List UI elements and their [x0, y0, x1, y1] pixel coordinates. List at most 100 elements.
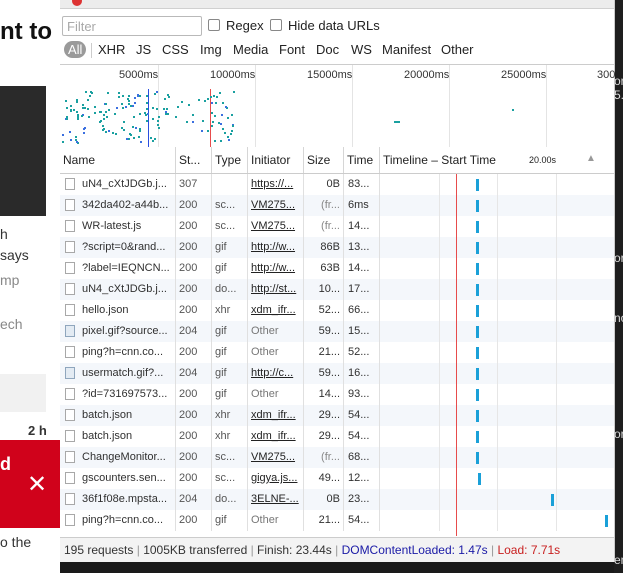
table-row[interactable]: gscounters.sen... 200 sc... gigya.js... 49..… — [60, 468, 614, 489]
request-initiator[interactable]: gigya.js... — [248, 468, 304, 489]
type-filter-ws[interactable]: WS — [347, 41, 376, 58]
timeline-gridline — [556, 195, 557, 216]
request-status: 200 — [176, 237, 212, 258]
bg-text: 5.0 — [614, 88, 623, 102]
timeline-overview[interactable]: 5000ms 10000ms 15000ms 20000ms 25000ms 3… — [60, 64, 615, 149]
type-filter-all[interactable]: All — [64, 41, 87, 58]
table-row[interactable]: WR-latest.js 200 sc... VM275... (fr... 14... — [60, 216, 614, 237]
request-name[interactable]: ?script=0&rand... — [60, 237, 176, 258]
overview-request-mark — [132, 126, 134, 128]
request-initiator[interactable]: https://... — [248, 174, 304, 195]
column-status[interactable]: St... — [176, 147, 212, 173]
request-time: 17... — [344, 279, 380, 300]
type-filter-img[interactable]: Img — [196, 41, 226, 58]
request-name[interactable]: 342da402-a44b... — [60, 195, 176, 216]
table-row[interactable]: batch.json 200 xhr xdm_ifr... 29... 54... — [60, 426, 614, 447]
table-row[interactable]: pixel.gif?source... 204 gif Other 59... 15... — [60, 321, 614, 342]
request-name[interactable]: usermatch.gif?... — [60, 363, 176, 384]
table-row[interactable]: hello.json 200 xhr xdm_ifr... 52... 66... — [60, 300, 614, 321]
type-filter-xhr[interactable]: XHR — [94, 41, 129, 58]
column-timeline[interactable]: Timeline – Start Time — [380, 147, 614, 173]
request-name-text: uN4_cXtJDGb.j... — [82, 283, 167, 295]
request-initiator[interactable]: http://st... — [248, 279, 304, 300]
table-row[interactable]: ?label=IEQNCN... 200 gif http://w... 63B 14..… — [60, 258, 614, 279]
column-time[interactable]: Time — [344, 147, 380, 173]
article-headline: nt to — [0, 18, 52, 45]
request-name[interactable]: uN4_cXtJDGb.j... — [60, 174, 176, 195]
request-name[interactable]: ping?h=cnn.co... — [60, 510, 176, 531]
column-initiator[interactable]: Initiator — [248, 147, 304, 173]
table-row[interactable]: uN4_cXtJDGb.j... 307 https://... 0B 83... — [60, 174, 614, 195]
request-status: 200 — [176, 195, 212, 216]
request-initiator[interactable]: http://c... — [248, 363, 304, 384]
timeline-gridline — [497, 300, 498, 321]
request-name[interactable]: batch.json — [60, 405, 176, 426]
type-filter-other[interactable]: Other — [437, 41, 478, 58]
table-row[interactable]: ping?h=cnn.co... 200 gif Other 21... 54... — [60, 510, 614, 531]
overview-request-mark — [84, 107, 86, 109]
request-initiator[interactable]: http://w... — [248, 258, 304, 279]
request-initiator[interactable]: VM275... — [248, 216, 304, 237]
sort-ascending-icon[interactable]: ▲ — [586, 153, 596, 164]
article-image — [0, 86, 46, 216]
request-initiator[interactable]: 3ELNE-... — [248, 489, 304, 510]
overview-request-mark — [121, 103, 123, 105]
request-name[interactable]: gscounters.sen... — [60, 468, 176, 489]
request-initiator[interactable]: xdm_ifr... — [248, 426, 304, 447]
table-row[interactable]: ?id=731697573... 200 gif Other 14... 93... — [60, 384, 614, 405]
request-initiator[interactable]: xdm_ifr... — [248, 300, 304, 321]
request-size: 0B — [304, 174, 344, 195]
request-name-text: ?script=0&rand... — [82, 241, 166, 253]
request-name[interactable]: ping?h=cnn.co... — [60, 342, 176, 363]
overview-request-mark — [116, 107, 118, 109]
column-name[interactable]: Name — [60, 147, 176, 173]
request-name[interactable]: ?id=731697573... — [60, 384, 176, 405]
request-name[interactable]: 36f1f08e.mpsta... — [60, 489, 176, 510]
type-filter-css[interactable]: CSS — [158, 41, 193, 58]
table-row[interactable]: 342da402-a44b... 200 sc... VM275... (fr... 6m… — [60, 195, 614, 216]
table-row[interactable]: ping?h=cnn.co... 200 gif Other 21... 52... — [60, 342, 614, 363]
request-name[interactable]: uN4_cXtJDGb.j... — [60, 279, 176, 300]
overview-request-mark — [89, 95, 91, 97]
banner-letter: d — [0, 454, 11, 474]
type-filter-manifest[interactable]: Manifest — [378, 41, 435, 58]
type-filter-doc[interactable]: Doc — [312, 41, 343, 58]
table-row[interactable]: usermatch.gif?... 204 gif http://c... 59... 1… — [60, 363, 614, 384]
filter-input[interactable] — [62, 16, 202, 36]
overview-request-mark — [163, 108, 165, 110]
column-type[interactable]: Type — [212, 147, 248, 173]
table-row[interactable]: batch.json 200 xhr xdm_ifr... 29... 54... — [60, 405, 614, 426]
request-name[interactable]: pixel.gif?source... — [60, 321, 176, 342]
request-initiator[interactable]: VM275... — [248, 195, 304, 216]
request-name[interactable]: ?label=IEQNCN... — [60, 258, 176, 279]
request-name[interactable]: ChangeMonitor... — [60, 447, 176, 468]
type-filter-media[interactable]: Media — [229, 41, 272, 58]
request-initiator[interactable]: xdm_ifr... — [248, 405, 304, 426]
record-icon[interactable] — [72, 0, 82, 6]
type-filter-js[interactable]: JS — [132, 41, 155, 58]
close-icon[interactable]: ✕ — [27, 470, 47, 499]
overview-request-mark — [118, 96, 120, 98]
panel-toolbar — [60, 0, 614, 9]
overview-request-mark — [198, 99, 200, 101]
request-name[interactable]: WR-latest.js — [60, 216, 176, 237]
timing-bar — [476, 284, 479, 296]
hide-data-urls-checkbox[interactable] — [270, 19, 282, 31]
overview-request-mark — [69, 131, 71, 133]
timing-bar — [476, 242, 479, 254]
overview-request-mark — [232, 125, 234, 127]
request-name[interactable]: batch.json — [60, 426, 176, 447]
regex-checkbox[interactable] — [208, 19, 220, 31]
type-filter-font[interactable]: Font — [275, 41, 309, 58]
request-initiator[interactable]: http://w... — [248, 237, 304, 258]
request-size: (fr... — [304, 216, 344, 237]
table-row[interactable]: uN4_cXtJDGb.j... 200 do... http://st... 10..… — [60, 279, 614, 300]
request-name[interactable]: hello.json — [60, 300, 176, 321]
table-row[interactable]: ChangeMonitor... 200 sc... VM275... (fr... 68… — [60, 447, 614, 468]
request-time: 54... — [344, 426, 380, 447]
overview-request-mark — [227, 117, 229, 119]
table-row[interactable]: ?script=0&rand... 200 gif http://w... 86B 13.… — [60, 237, 614, 258]
request-initiator[interactable]: VM275... — [248, 447, 304, 468]
column-size[interactable]: Size — [304, 147, 344, 173]
table-row[interactable]: 36f1f08e.mpsta... 204 do... 3ELNE-... 0B 23..… — [60, 489, 614, 510]
